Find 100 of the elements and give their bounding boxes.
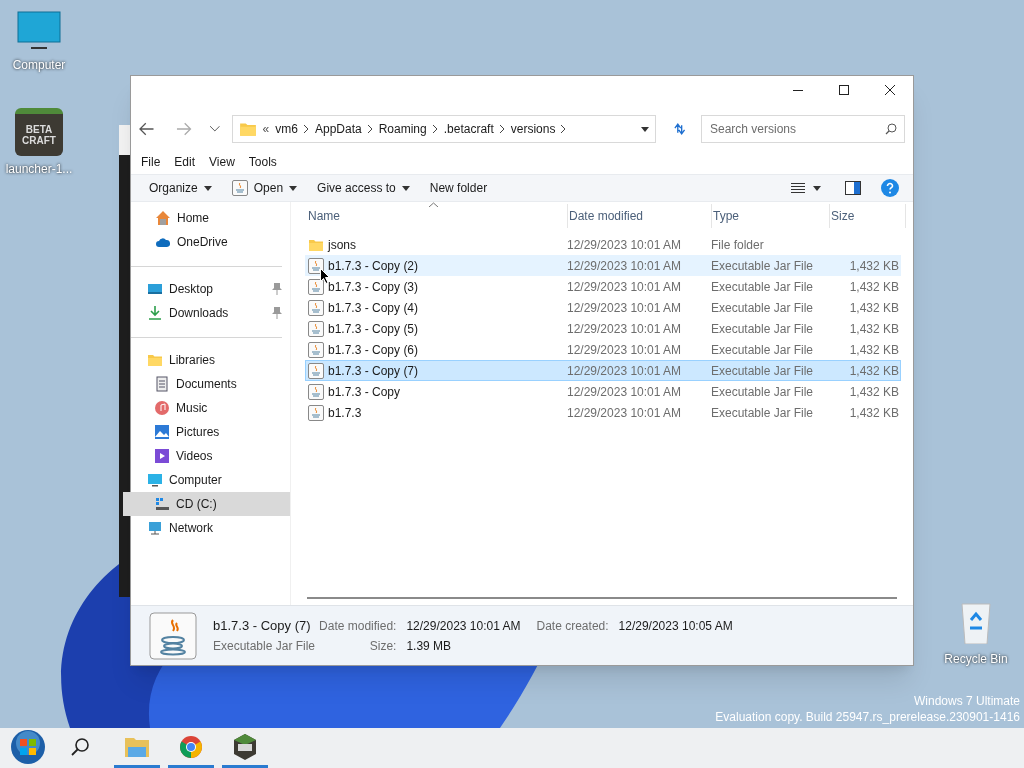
type-cell-text: Executable Jar File bbox=[711, 404, 815, 422]
overflow-chevron[interactable]: « bbox=[262, 120, 270, 138]
menu-item[interactable]: Tools bbox=[248, 153, 277, 171]
java-file-icon bbox=[308, 362, 324, 379]
app-icon bbox=[233, 733, 257, 760]
sidebar-item[interactable]: Computer bbox=[123, 468, 290, 492]
detail-value: 1.39 MB bbox=[406, 638, 453, 656]
close-icon bbox=[885, 85, 895, 95]
java-file-icon bbox=[231, 180, 248, 196]
sidebar-item[interactable]: Network bbox=[123, 516, 290, 540]
file-row[interactable]: b1.7.3 - Copy (7) 12/29/2023 10:01 AM Executable Jar File 1,432 KB bbox=[305, 360, 901, 381]
sidebar-item[interactable]: Libraries bbox=[123, 348, 290, 372]
toolbar-button[interactable]: New folder bbox=[419, 175, 498, 201]
type-cell-text: Executable Jar File bbox=[711, 278, 815, 296]
file-row[interactable]: b1.7.3 - Copy (5) 12/29/2023 10:01 AM Executable Jar File 1,432 KB bbox=[305, 318, 901, 339]
menu-item[interactable]: Edit bbox=[174, 153, 196, 171]
size-cell-text: 1,432 KB bbox=[848, 257, 899, 275]
file-name: b1.7.3 - Copy (4) bbox=[328, 299, 419, 317]
caret-icon bbox=[401, 185, 410, 191]
horizontal-scrollbar[interactable] bbox=[307, 597, 897, 599]
network-icon bbox=[147, 520, 163, 536]
toolbar-button[interactable]: Open bbox=[221, 175, 308, 201]
chevron-down-icon[interactable] bbox=[209, 126, 220, 132]
file-row[interactable]: b1.7.3 12/29/2023 10:01 AM Executable Jar File 1,432 KB bbox=[305, 402, 901, 423]
maximize-icon bbox=[839, 85, 849, 95]
column-header[interactable]: Size bbox=[830, 204, 906, 228]
type-cell-text: Executable Jar File bbox=[711, 299, 815, 317]
detail-value: 12/29/2023 10:01 AM bbox=[406, 617, 521, 635]
breadcrumb[interactable]: .betacraft bbox=[443, 120, 494, 138]
java-file-icon bbox=[308, 341, 324, 358]
date-cell-text: 12/29/2023 10:01 AM bbox=[567, 362, 683, 380]
type-cell-text: Executable Jar File bbox=[711, 341, 815, 359]
sidebar-item[interactable]: OneDrive bbox=[131, 230, 290, 254]
menu-item[interactable]: File bbox=[141, 153, 161, 171]
desktop-icon-label: Computer bbox=[12, 57, 66, 74]
recycle-bin-icon[interactable] bbox=[959, 600, 993, 644]
file-row[interactable]: jsons 12/29/2023 10:01 AM File folder bbox=[305, 234, 901, 255]
file-row[interactable]: b1.7.3 - Copy (6) 12/29/2023 10:01 AM Executable Jar File 1,432 KB bbox=[305, 339, 901, 360]
sidebar-item[interactable]: Home bbox=[131, 206, 290, 230]
date-cell-text: 12/29/2023 10:01 AM bbox=[567, 278, 683, 296]
file-name: b1.7.3 - Copy bbox=[328, 383, 401, 401]
size-cell-text: 1,432 KB bbox=[848, 299, 899, 317]
date-cell-text: 12/29/2023 10:01 AM bbox=[567, 320, 683, 338]
desktop-icon-label: launcher-1... bbox=[5, 161, 73, 178]
sidebar-item[interactable]: Music bbox=[123, 396, 290, 420]
file-name: b1.7.3 - Copy (7) bbox=[213, 616, 312, 635]
detail-label: Date created: bbox=[536, 617, 609, 635]
desktop-icon bbox=[147, 281, 163, 297]
type-cell-text: Executable Jar File bbox=[711, 320, 815, 338]
column-header[interactable]: Date modified bbox=[568, 204, 712, 228]
preview-pane-icon[interactable] bbox=[845, 181, 861, 195]
date-cell-text: 12/29/2023 10:01 AM bbox=[567, 383, 683, 401]
file-name: b1.7.3 - Copy (7) bbox=[328, 362, 419, 380]
address-bar[interactable]: « vm6 AppData Roaming .betacraft versions bbox=[231, 115, 656, 143]
sidebar-item[interactable]: Documents bbox=[123, 372, 290, 396]
sidebar-item[interactable]: Videos bbox=[123, 444, 290, 468]
file-name: b1.7.3 - Copy (2) bbox=[328, 257, 419, 275]
chevron-right-icon bbox=[432, 125, 438, 133]
picture-icon bbox=[154, 424, 170, 440]
sidebar-item[interactable]: Pictures bbox=[123, 420, 290, 444]
file-name: b1.7.3 bbox=[328, 404, 362, 422]
caret-icon bbox=[289, 185, 298, 191]
java-file-icon bbox=[308, 278, 324, 295]
monitor-icon bbox=[147, 472, 163, 488]
menu-item[interactable]: View bbox=[209, 153, 235, 171]
toolbar-button[interactable]: Organize bbox=[139, 175, 222, 201]
help-icon[interactable] bbox=[881, 179, 899, 197]
mouse-cursor-icon bbox=[320, 268, 330, 284]
file-row[interactable]: b1.7.3 - Copy (3) 12/29/2023 10:01 AM Executable Jar File 1,432 KB bbox=[305, 276, 901, 297]
breadcrumb[interactable]: vm6 bbox=[275, 120, 298, 138]
java-file-icon bbox=[149, 611, 197, 660]
detail-value: 12/29/2023 10:05 AM bbox=[618, 617, 733, 635]
chevron-right-icon bbox=[499, 125, 505, 133]
download-icon bbox=[147, 305, 163, 321]
toolbar-button[interactable]: Give access to bbox=[307, 175, 420, 201]
sidebar-item[interactable]: Downloads bbox=[123, 301, 290, 325]
search-field[interactable]: Search versions bbox=[701, 115, 905, 143]
refresh-icon[interactable] bbox=[671, 121, 687, 137]
file-row[interactable]: b1.7.3 - Copy 12/29/2023 10:01 AM Executable Jar File 1,432 KB bbox=[305, 381, 901, 402]
file-row[interactable]: b1.7.3 - Copy (2) 12/29/2023 10:01 AM Executable Jar File 1,432 KB bbox=[305, 255, 901, 276]
type-cell-text: Executable Jar File bbox=[711, 362, 815, 380]
breadcrumb[interactable]: Roaming bbox=[378, 120, 427, 138]
breadcrumb[interactable]: versions bbox=[510, 120, 556, 138]
type-cell-text: File folder bbox=[711, 236, 765, 254]
chevron-right-icon bbox=[303, 125, 309, 133]
column-header[interactable]: Name bbox=[307, 204, 568, 228]
type-cell-text: Executable Jar File bbox=[711, 383, 815, 401]
game-logo-icon[interactable]: BETA CRAFT bbox=[15, 108, 63, 156]
detail-label: Date modified: bbox=[319, 617, 397, 635]
breadcrumb[interactable]: AppData bbox=[314, 120, 362, 138]
drive-icon bbox=[154, 496, 170, 512]
list-view-icon bbox=[791, 183, 805, 193]
browser-icon bbox=[179, 734, 203, 759]
file-row[interactable]: b1.7.3 - Copy (4) 12/29/2023 10:01 AM Executable Jar File 1,432 KB bbox=[305, 297, 901, 318]
file-type: Executable Jar File bbox=[213, 638, 316, 656]
sidebar-item[interactable]: CD (C:) bbox=[123, 492, 290, 516]
column-header[interactable]: Type bbox=[712, 204, 830, 228]
sidebar-item[interactable]: Desktop bbox=[123, 277, 290, 301]
back-arrow-icon[interactable] bbox=[139, 122, 155, 136]
file-name: b1.7.3 - Copy (3) bbox=[328, 278, 419, 296]
